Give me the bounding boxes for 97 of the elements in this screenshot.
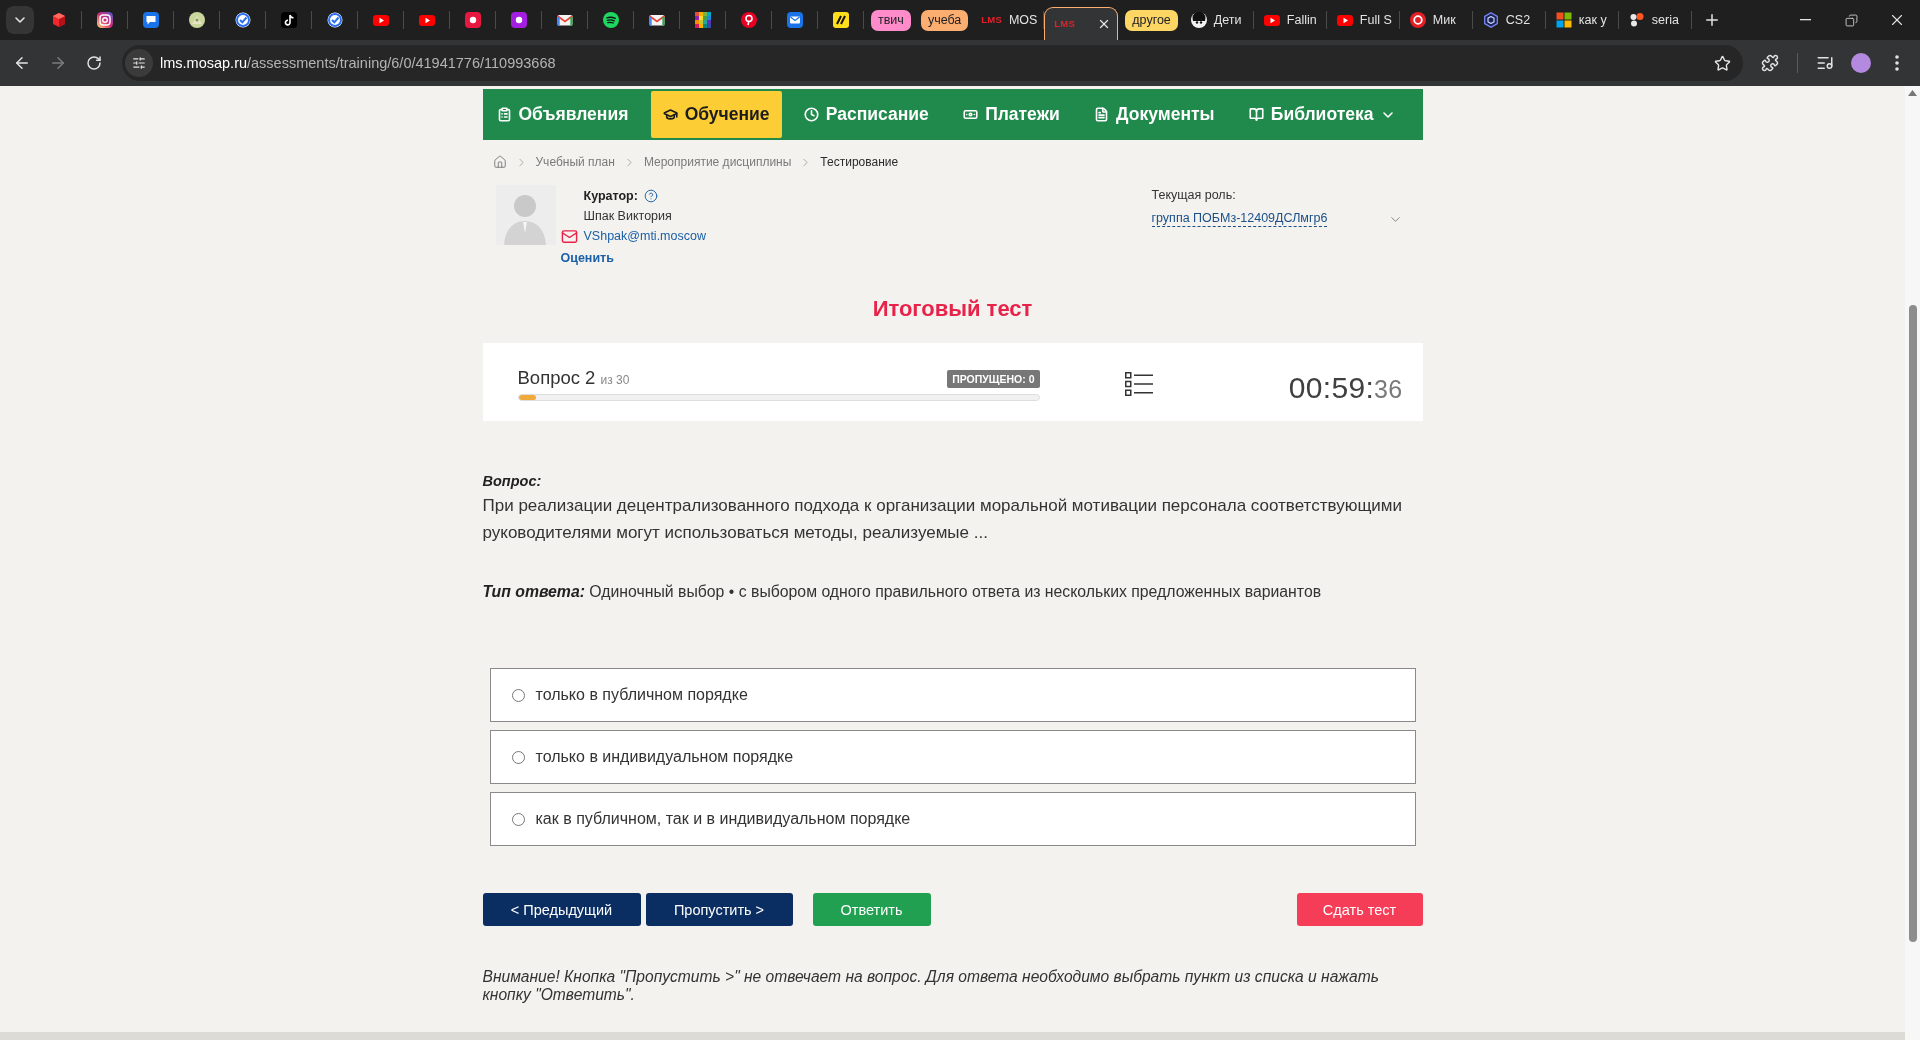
question-counter: Вопрос 2 из 30 xyxy=(517,367,630,389)
breadcrumb-link[interactable]: Учебный план xyxy=(535,155,615,169)
scrollbar-thumb[interactable] xyxy=(1908,305,1917,942)
tab-group-label[interactable]: твич xyxy=(871,9,911,31)
restore-icon xyxy=(1844,13,1858,27)
site-logo: LMS xyxy=(1054,17,1075,31)
answer-type-text: Тип ответа: Одиночный выбор • с выбором одного правильного ответа из нескольких предложенных вариантов xyxy=(482,582,1323,602)
tile-icon[interactable] xyxy=(510,12,527,28)
rate-link[interactable]: Оценить xyxy=(560,251,614,265)
scroll-up-arrow-icon[interactable] xyxy=(1908,90,1917,96)
skipped-badge: ПРОПУЩЕНО: 0 xyxy=(947,370,1040,388)
graduation-cap-icon xyxy=(662,107,678,122)
radio-button[interactable] xyxy=(511,688,525,702)
envelope-icon[interactable] xyxy=(786,12,803,28)
breadcrumb-link[interactable]: Мероприятие дисциплины xyxy=(643,155,792,169)
sound-waves-icon[interactable] xyxy=(602,12,619,28)
cube-icon[interactable] xyxy=(50,12,67,28)
browser-tab[interactable]: LMS MOS xyxy=(981,12,1038,28)
browser-tab[interactable]: seria xyxy=(1628,12,1679,28)
nav-tab[interactable]: Библиотека xyxy=(1236,91,1409,138)
timer-text: 00:59:36 xyxy=(1288,371,1403,405)
browser-tab[interactable]: Мик xyxy=(1409,12,1456,28)
mail-icon xyxy=(560,227,578,245)
arrow-right-icon xyxy=(49,54,67,72)
url-text[interactable]: lms.mosap.ru/assessments/training/6/0/41941776/110993668 xyxy=(160,55,556,71)
music-list-icon xyxy=(1816,54,1834,72)
site-settings-button[interactable] xyxy=(125,49,153,77)
menu-icon xyxy=(1895,55,1899,71)
document-icon xyxy=(1094,107,1110,122)
open-book-icon xyxy=(1248,107,1264,122)
role-label: Текущая роль: xyxy=(1151,188,1237,202)
curator-label: Куратор: xyxy=(583,189,638,203)
answer-option[interactable]: только в публичном порядке xyxy=(489,668,1416,722)
minimize-icon xyxy=(1799,19,1811,21)
nav-tab[interactable]: Платежи xyxy=(951,91,1072,138)
music-note-icon[interactable] xyxy=(280,12,297,28)
help-icon[interactable] xyxy=(643,189,658,203)
nav-tab[interactable]: Обучение xyxy=(650,91,782,138)
banknote-icon xyxy=(963,107,979,122)
person-silhouette-icon xyxy=(495,185,556,245)
tab-group-label[interactable]: учеба xyxy=(920,9,969,31)
play-icon[interactable] xyxy=(372,12,389,28)
pin-circle-icon[interactable] xyxy=(740,12,757,28)
mail-icon[interactable] xyxy=(556,12,573,28)
check-circle-icon[interactable] xyxy=(326,12,343,28)
list-icon[interactable] xyxy=(1124,372,1153,396)
chat-bubble-icon[interactable] xyxy=(142,12,159,28)
role-link[interactable]: группа ПОБМз-12409ДСЛмгр6 xyxy=(1151,211,1328,227)
hexagon-icon[interactable] xyxy=(1482,12,1499,28)
play-icon[interactable] xyxy=(1336,12,1353,28)
skip-button[interactable]: Пропустить > xyxy=(645,893,793,926)
mail-icon[interactable] xyxy=(648,12,665,28)
address-bar[interactable]: lms.mosap.ru/assessments/training/6/0/41941776/110993668 xyxy=(122,45,1743,81)
browser-tab[interactable]: Дети xyxy=(1190,12,1242,28)
ring-icon[interactable] xyxy=(1409,12,1426,28)
email-link[interactable]: VShpak@mti.moscow xyxy=(583,229,706,243)
tab-search-button[interactable] xyxy=(6,6,34,34)
home-icon[interactable] xyxy=(492,155,507,169)
previous-button[interactable]: < Предыдущий xyxy=(482,893,641,926)
browser-tab[interactable]: CS2 xyxy=(1482,12,1531,28)
breadcrumb-link[interactable]: Тестирование xyxy=(820,155,899,169)
check-circle-icon[interactable] xyxy=(234,12,251,28)
tab-group-label[interactable]: другое xyxy=(1125,9,1178,31)
puzzle-icon xyxy=(1761,54,1779,72)
slash-tile-icon[interactable] xyxy=(832,12,849,28)
submit-button[interactable]: Сдать тест xyxy=(1296,893,1423,926)
browser-tab[interactable]: Fallin xyxy=(1263,12,1317,28)
tile-icon[interactable] xyxy=(464,12,481,28)
nav-tab[interactable]: Расписание xyxy=(791,91,941,138)
reload-icon xyxy=(86,55,102,71)
radio-button[interactable] xyxy=(511,750,525,764)
site-logo: LMS xyxy=(981,13,1002,27)
question-text: При реализации децентрализованного подхода к организации моральной мотивации персонала соответствующими руководителями могут использоваться методы, реализуемые ... xyxy=(482,495,1404,544)
four-squares-icon[interactable] xyxy=(1555,12,1572,28)
question-label: Вопрос: xyxy=(482,472,543,490)
browser-tab[interactable]: Full S xyxy=(1336,12,1392,28)
profile-avatar-icon xyxy=(1851,53,1871,73)
sliders-icon xyxy=(132,56,146,70)
round-picture-icon[interactable] xyxy=(188,12,205,28)
play-icon[interactable] xyxy=(418,12,435,28)
page-title: Итоговый тест xyxy=(872,295,1033,323)
dots-icon[interactable] xyxy=(1628,12,1645,28)
curator-name: Шпак Виктория xyxy=(583,209,672,223)
mosaic-icon[interactable] xyxy=(694,12,711,28)
bookmark-star-icon[interactable] xyxy=(1714,54,1731,72)
answer-option[interactable]: только в индивидуальном порядке xyxy=(489,730,1416,784)
avatar-icon[interactable] xyxy=(1190,12,1207,28)
radio-button[interactable] xyxy=(511,812,525,826)
warning-note: Внимание! Кнопка "Пропустить >" не отвечает на вопрос. Для ответа необходимо выбрать пункт из списка и нажать кнопку "Ответить". xyxy=(482,968,1380,1004)
nav-tab[interactable]: Объявления xyxy=(484,91,641,138)
play-icon[interactable] xyxy=(1263,12,1280,28)
clock-icon xyxy=(803,107,819,122)
answer-option[interactable]: как в публичном, так и в индивидуальном порядке xyxy=(489,792,1416,846)
browser-tab[interactable]: как у xyxy=(1555,12,1607,28)
nav-tab[interactable]: Документы xyxy=(1082,91,1227,138)
camera-icon[interactable] xyxy=(96,12,113,28)
clipboard-icon xyxy=(496,107,512,122)
